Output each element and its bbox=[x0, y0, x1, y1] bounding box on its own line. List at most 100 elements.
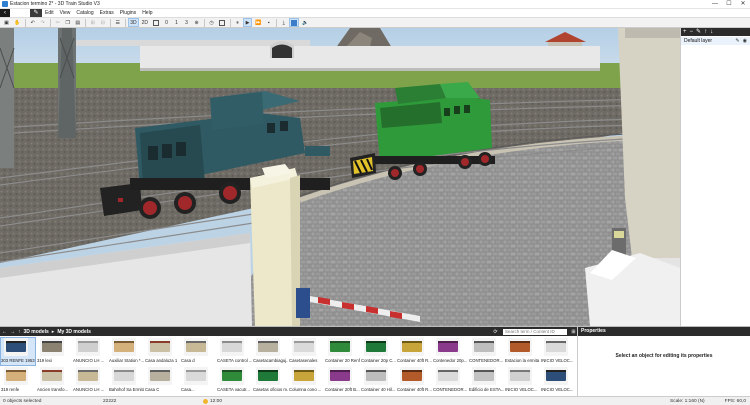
model-tile[interactable]: Container 40ft R... bbox=[396, 337, 432, 366]
model-tile[interactable]: Casa andaluza 1 bbox=[144, 337, 180, 366]
clock-icon[interactable]: ◷ bbox=[207, 18, 216, 27]
model-tile[interactable]: Container 20ft B... bbox=[324, 366, 360, 395]
minimize-button[interactable]: — bbox=[708, 0, 722, 9]
model-thumbnail bbox=[256, 367, 280, 385]
model-tile[interactable]: Container 20p C... bbox=[360, 337, 396, 366]
train-view-icon[interactable] bbox=[289, 18, 300, 27]
menu-edit[interactable]: Edit bbox=[42, 9, 57, 17]
model-tile[interactable]: Casa... bbox=[180, 366, 216, 395]
edit-mode-button[interactable]: ✎ bbox=[30, 9, 42, 17]
model-tile[interactable]: 319 lexi bbox=[36, 337, 72, 366]
pause-icon[interactable]: ⏸ bbox=[233, 18, 242, 27]
close-button[interactable]: ✕ bbox=[736, 0, 750, 9]
add-layer-button[interactable]: + bbox=[683, 28, 687, 36]
model-tile[interactable]: Contenedor 20p... bbox=[432, 337, 468, 366]
back-arrow-icon[interactable]: ← bbox=[2, 329, 7, 335]
model-tile[interactable]: Bahnhof Sa Ermita bbox=[108, 366, 144, 395]
model-tile[interactable]: Casetacambiaguj... bbox=[252, 337, 288, 366]
model-tile[interactable]: ANUNCIO LH ... bbox=[72, 337, 108, 366]
move-down-icon[interactable]: ↓ bbox=[710, 28, 713, 36]
paste-icon[interactable]: ▤ bbox=[73, 18, 82, 27]
layer-row-default[interactable]: Default layer ✎ ◉ bbox=[681, 37, 750, 45]
toolbar-separator bbox=[276, 18, 278, 27]
model-tile-label: INICIO VELOC... bbox=[505, 387, 538, 392]
model-tile[interactable]: Columna cono ... bbox=[288, 366, 324, 395]
camera-icon[interactable] bbox=[217, 18, 227, 27]
model-tile[interactable]: INICIO VELOC... bbox=[540, 366, 576, 395]
model-thumbnail bbox=[40, 338, 64, 356]
model-tile-label: INICIO VELOC... bbox=[541, 387, 574, 392]
model-tile[interactable]: Casa d bbox=[180, 337, 216, 366]
group-icon[interactable]: ⊞ bbox=[88, 18, 97, 27]
grid-icon[interactable] bbox=[151, 18, 161, 27]
model-tile[interactable]: INICIO VELOC... bbox=[540, 337, 576, 366]
model-tile[interactable]: CASETA control ... bbox=[216, 337, 252, 366]
search-input[interactable]: Search term / Content ID bbox=[503, 328, 567, 335]
model-tile[interactable]: Ancien transfo... bbox=[36, 366, 72, 395]
model-tile[interactable]: CONTENEDOR... bbox=[468, 337, 504, 366]
model-tile[interactable]: Estacion la ermita bbox=[504, 337, 540, 366]
maximize-button[interactable]: ☐ bbox=[722, 0, 736, 9]
model-tile[interactable]: Container 20 Renfe bbox=[324, 337, 360, 366]
window-title: Estacion termino 2* - 3D Train Studio V3 bbox=[10, 1, 100, 7]
layer-1-button[interactable]: 1 bbox=[172, 18, 181, 27]
model-tile-label: CONTENEDOR... bbox=[469, 358, 504, 363]
model-tile[interactable]: Auxiliar Station *... bbox=[108, 337, 144, 366]
save-icon[interactable]: ▣ bbox=[2, 18, 11, 27]
edit-layer-icon[interactable]: ✎ bbox=[696, 28, 701, 36]
move-up-icon[interactable]: ↑ bbox=[704, 28, 707, 36]
list-icon[interactable]: ☰ bbox=[113, 18, 122, 27]
model-tile-label: Bahnhof Sa Ermita bbox=[109, 387, 144, 392]
download-icon[interactable]: ⤓ bbox=[279, 18, 288, 27]
copy-icon[interactable]: ❐ bbox=[63, 18, 72, 27]
model-tile[interactable]: Casa C bbox=[144, 366, 180, 395]
overlap-icon[interactable]: ⊕ bbox=[192, 18, 201, 27]
model-tile[interactable]: CASETA vacutr... bbox=[216, 366, 252, 395]
redo-icon[interactable]: ↷ bbox=[38, 18, 47, 27]
menu-bar: ‹ ✎ Edit View Catalog Extras Plugins Hel… bbox=[0, 9, 750, 17]
layer-0-button[interactable]: 0 bbox=[162, 18, 171, 27]
menu-catalog[interactable]: Catalog bbox=[73, 9, 96, 17]
refresh-icon[interactable]: ⟳ bbox=[492, 329, 499, 335]
hand-icon[interactable]: ✋ bbox=[12, 18, 22, 27]
up-arrow-icon[interactable]: ↑ bbox=[18, 329, 21, 335]
toolbar: ▣ ✋ ↶ ↷ ✂ ❐ ▤ ⊞ ⊟ ☰ 3D 2D 0 1 3 ⊕ ◷ ⏸ ▶ … bbox=[0, 17, 750, 28]
view-2d-button[interactable]: 2D bbox=[140, 18, 150, 27]
ungroup-icon[interactable]: ⊟ bbox=[98, 18, 107, 27]
back-button[interactable]: ‹ bbox=[0, 9, 10, 17]
pencil-icon[interactable]: ✎ bbox=[735, 38, 739, 44]
model-tile[interactable]: INICIO VELOC... bbox=[504, 366, 540, 395]
model-tile[interactable]: Casetasenales bbox=[288, 337, 324, 366]
model-tile[interactable]: Container 40ft R... bbox=[396, 366, 432, 395]
layer-3-button[interactable]: 3 bbox=[182, 18, 191, 27]
time-display[interactable]: 12:00 bbox=[203, 398, 222, 404]
model-tile[interactable]: Container 40 Hil... bbox=[360, 366, 396, 395]
stop-icon[interactable]: ▪ bbox=[264, 18, 273, 27]
model-tile[interactable]: 319 renfe bbox=[0, 366, 36, 395]
model-tile[interactable]: Casetas oficios m... bbox=[252, 366, 288, 395]
eye-icon[interactable]: ◉ bbox=[743, 38, 747, 44]
menu-plugins[interactable]: Plugins bbox=[117, 9, 139, 17]
play-icon[interactable]: ▶ bbox=[243, 18, 253, 27]
fast-forward-icon[interactable]: ⏩ bbox=[253, 18, 263, 27]
tab-3d-models[interactable]: 3D models bbox=[24, 329, 49, 335]
model-thumbnail bbox=[40, 367, 64, 385]
tab-my-3d-models[interactable]: My 3D models bbox=[57, 329, 91, 335]
model-tile[interactable]: CONTENEDOR... bbox=[432, 366, 468, 395]
menu-view[interactable]: View bbox=[57, 9, 74, 17]
menu-help[interactable]: Help bbox=[139, 9, 155, 17]
delete-layer-icon[interactable]: − bbox=[690, 28, 694, 36]
properties-panel: Properties Select an object for editing … bbox=[577, 326, 750, 396]
forward-arrow-icon[interactable]: → bbox=[10, 329, 15, 335]
undo-icon[interactable]: ↶ bbox=[28, 18, 37, 27]
model-tile[interactable]: ANUNCIO LH ... bbox=[72, 366, 108, 395]
grid-view-icon[interactable]: ⊞ bbox=[570, 329, 577, 335]
menu-extras[interactable]: Extras bbox=[97, 9, 117, 17]
cut-icon[interactable]: ✂ bbox=[53, 18, 62, 27]
model-tile[interactable]: 303 RENFE 1953 bbox=[0, 337, 36, 366]
viewport-3d[interactable] bbox=[0, 28, 680, 326]
sound-icon[interactable]: 🔈 bbox=[300, 18, 310, 27]
toolbar-separator bbox=[204, 18, 206, 27]
view-3d-button[interactable]: 3D bbox=[128, 18, 139, 27]
model-tile[interactable]: Edificio de ESTA... bbox=[468, 366, 504, 395]
